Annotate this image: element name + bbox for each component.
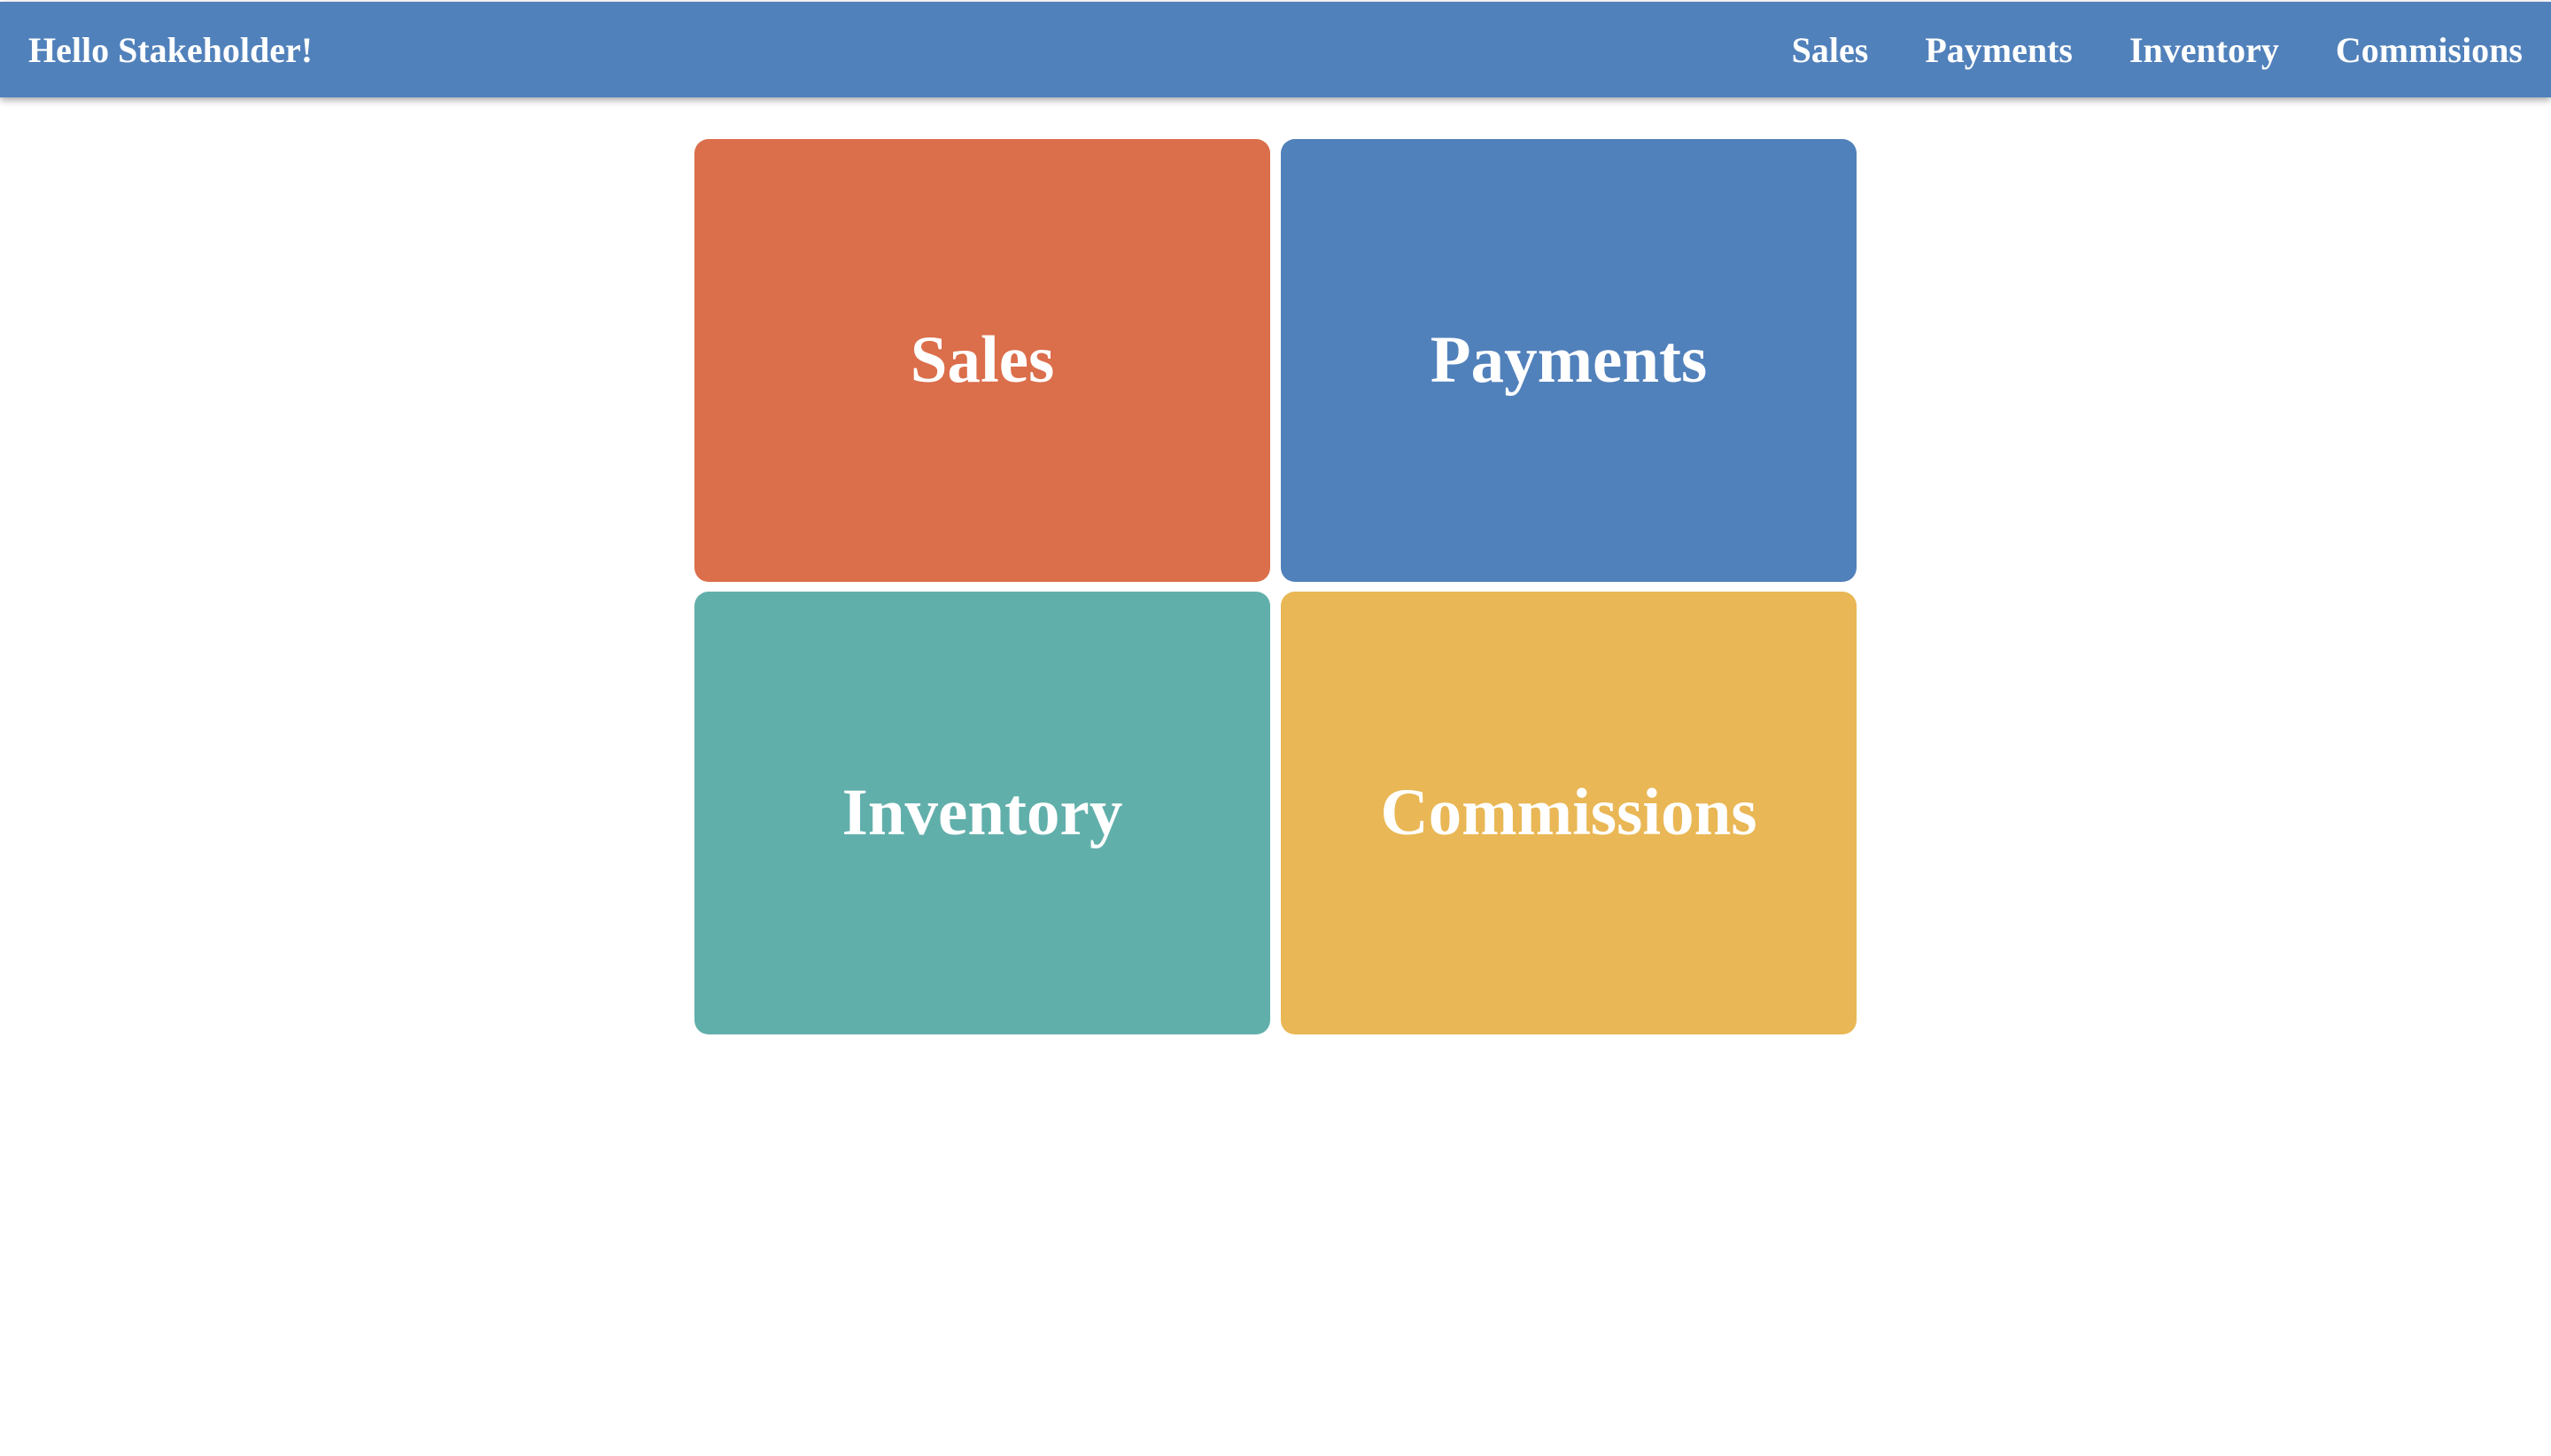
nav-link-inventory[interactable]: Inventory <box>2129 29 2279 71</box>
nav-link-commissions[interactable]: Commisions <box>2336 29 2523 71</box>
commissions-tile[interactable]: Commissions <box>1281 592 1857 1034</box>
nav-link-sales[interactable]: Sales <box>1792 29 1869 71</box>
commissions-tile-label: Commissions <box>1380 776 1757 849</box>
greeting-title[interactable]: Hello Stakeholder! <box>28 29 313 71</box>
nav-links: Sales Payments Inventory Commisions <box>1792 29 2523 71</box>
dashboard-tile-grid: Sales Payments Inventory Commissions <box>694 139 1857 1034</box>
payments-tile-label: Payments <box>1430 323 1708 397</box>
inventory-tile-label: Inventory <box>841 776 1123 849</box>
top-navbar: Hello Stakeholder! Sales Payments Invent… <box>0 2 2551 97</box>
inventory-tile[interactable]: Inventory <box>694 592 1270 1034</box>
nav-link-payments[interactable]: Payments <box>1925 29 2073 71</box>
sales-tile[interactable]: Sales <box>694 139 1270 582</box>
sales-tile-label: Sales <box>910 323 1055 397</box>
payments-tile[interactable]: Payments <box>1281 139 1857 582</box>
